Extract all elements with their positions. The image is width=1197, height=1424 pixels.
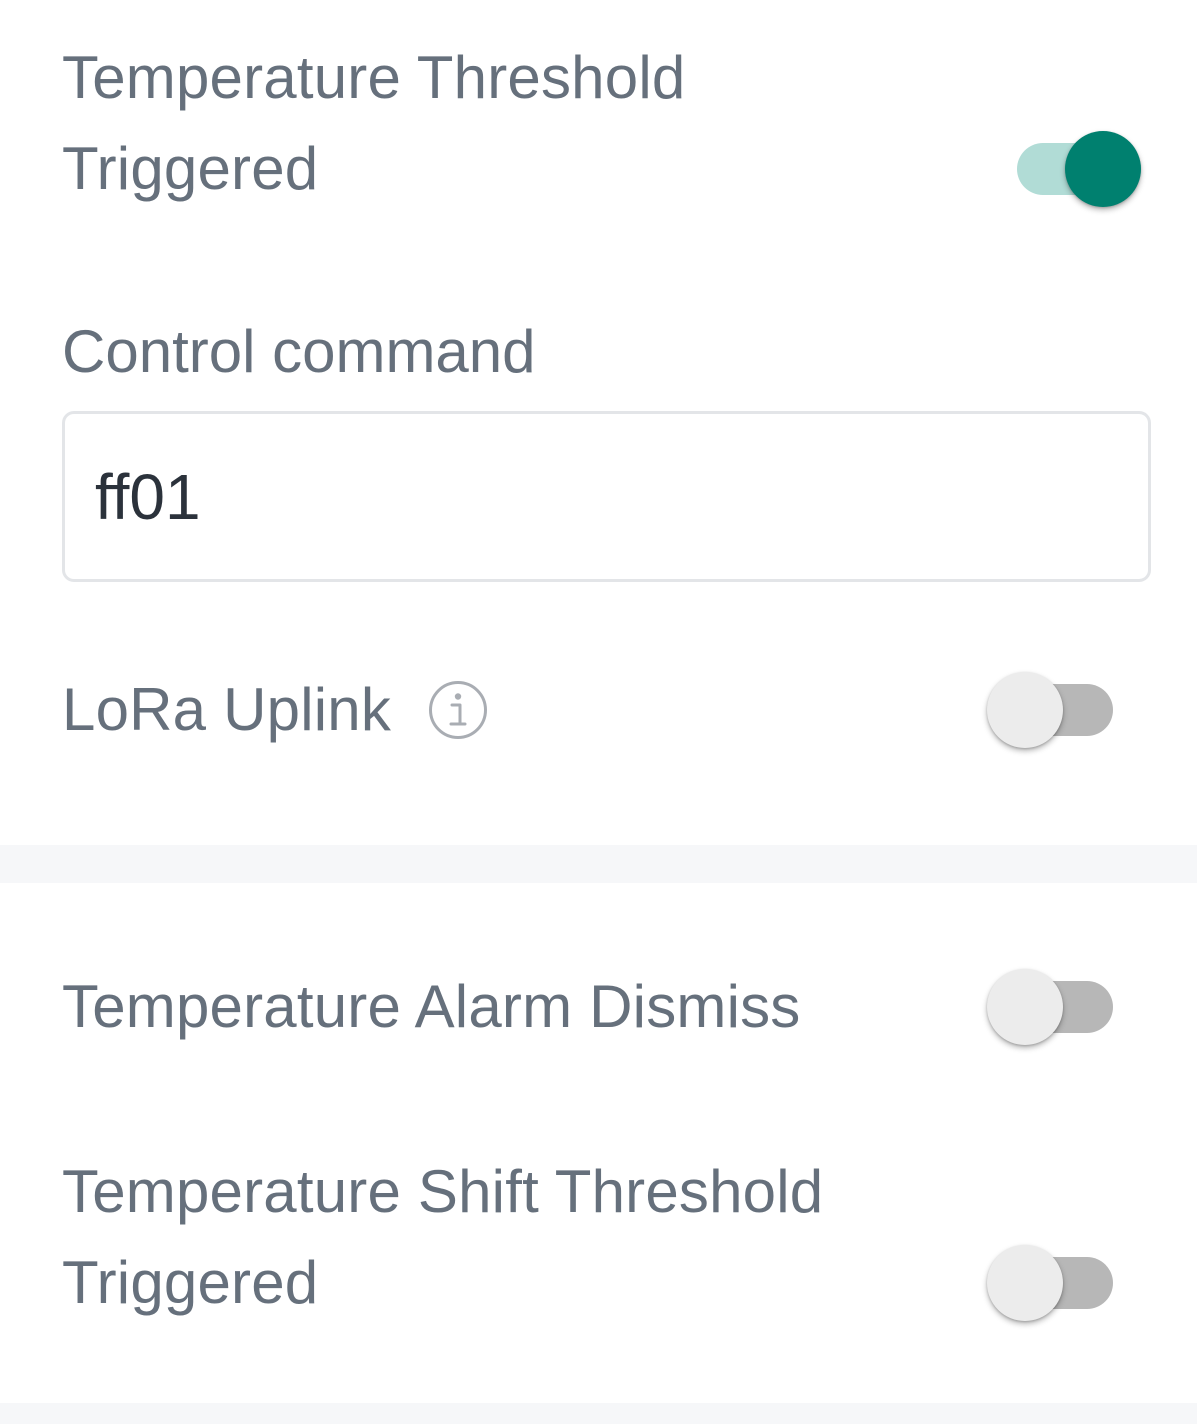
lora-uplink-label: LoRa Uplink bbox=[62, 676, 392, 743]
toggle-knob bbox=[987, 672, 1063, 748]
control-command-input[interactable] bbox=[95, 414, 1115, 579]
temp-threshold-triggered-label-line1: Temperature Threshold bbox=[62, 44, 686, 111]
info-icon[interactable] bbox=[428, 680, 488, 740]
settings-page: Temperature Threshold Triggered Control … bbox=[0, 0, 1197, 1424]
temp-shift-threshold-triggered-toggle[interactable] bbox=[987, 1243, 1115, 1323]
temp-threshold-triggered-toggle[interactable] bbox=[1015, 129, 1143, 209]
control-command-row: Control command bbox=[62, 312, 1197, 392]
temp-alarm-dismiss-toggle[interactable] bbox=[987, 967, 1115, 1047]
toggle-knob bbox=[987, 1245, 1063, 1321]
control-command-field[interactable] bbox=[62, 411, 1151, 582]
section-divider bbox=[0, 845, 1197, 883]
toggle-knob bbox=[987, 969, 1063, 1045]
toggle-knob bbox=[1065, 131, 1141, 207]
bottom-divider bbox=[0, 1403, 1197, 1424]
lora-uplink-toggle[interactable] bbox=[987, 670, 1115, 750]
control-command-label: Control command bbox=[62, 318, 536, 385]
temp-shift-threshold-triggered-label-line1: Temperature Shift Threshold bbox=[62, 1158, 824, 1225]
